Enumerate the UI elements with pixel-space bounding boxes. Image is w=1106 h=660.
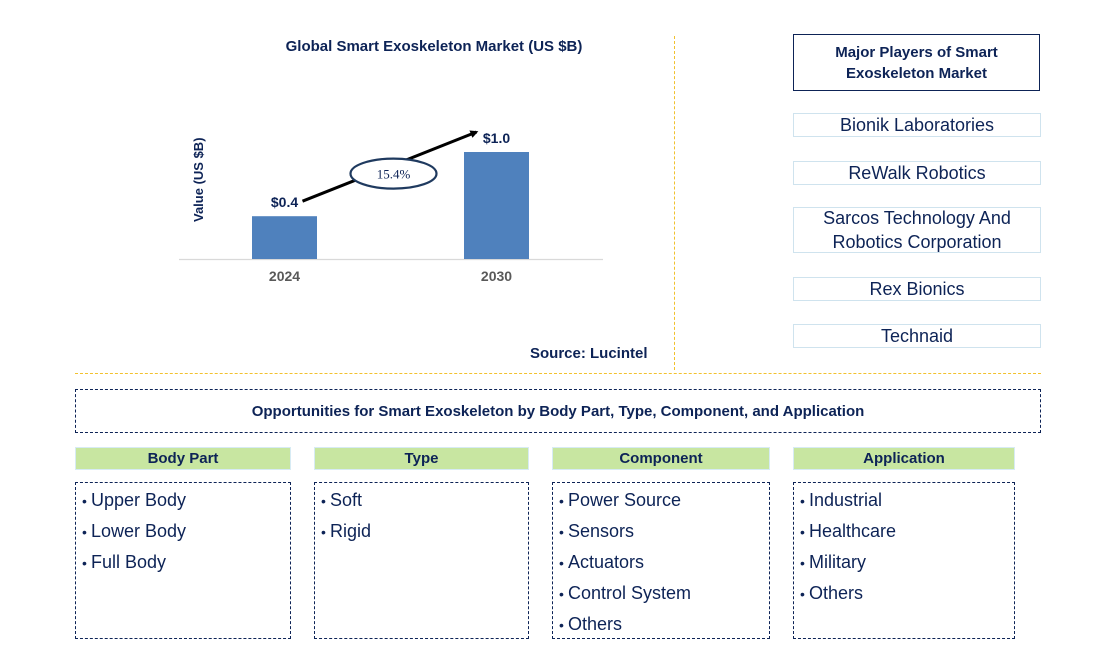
bullet-icon: •	[82, 493, 87, 509]
category-header-component: Component	[552, 447, 770, 470]
bullet-icon: •	[800, 524, 805, 540]
data-label: $1.0	[483, 130, 510, 146]
bar-chart: Value (US $B) $0.4 2024 $1.0 2030 15.4%	[179, 130, 603, 284]
category-item-label: Full Body	[91, 552, 167, 572]
bullet-icon: •	[800, 493, 805, 509]
category-item: • Others	[555, 609, 769, 640]
category-item: • Lower Body	[78, 516, 290, 547]
category-list-body-part: • Upper Body • Lower Body • Full Body	[75, 482, 291, 639]
bullet-icon: •	[800, 555, 805, 571]
bullet-icon: •	[559, 493, 564, 509]
bar-2024	[252, 216, 317, 259]
category-item-label: Military	[809, 552, 866, 572]
category-item-label: Upper Body	[91, 490, 187, 510]
vertical-divider	[674, 36, 675, 370]
category-item-label: Actuators	[568, 552, 645, 572]
category-item-label: Others	[809, 583, 864, 603]
category-list-type: • Soft • Rigid	[314, 482, 529, 639]
bullet-icon: •	[800, 586, 805, 602]
category-item-label: Lower Body	[91, 521, 187, 541]
bullet-icon: •	[321, 524, 326, 540]
bullet-icon: •	[559, 586, 564, 602]
category-item-label: Healthcare	[809, 521, 897, 541]
category-item-label: Control System	[568, 583, 692, 603]
horizontal-divider	[75, 373, 1041, 374]
category-list-application: • Industrial • Healthcare • Military • Others	[793, 482, 1015, 639]
category-item-label: Power Source	[568, 490, 682, 510]
cagr-label: 15.4%	[377, 167, 411, 182]
category-item-label: Sensors	[568, 521, 635, 541]
category-header-type: Type	[314, 447, 529, 470]
category-item: • Others	[796, 578, 1014, 609]
category-list-component: • Power Source • Sensors • Actuators • Control …	[552, 482, 770, 639]
players-title: Major Players of Smart Exoskeleton Marke…	[793, 34, 1040, 91]
category-item: • Soft	[317, 485, 528, 516]
source-label: Source: Lucintel	[530, 345, 648, 362]
data-label: $0.4	[271, 194, 298, 210]
bullet-icon: •	[559, 617, 564, 633]
player-item: ReWalk Robotics	[793, 161, 1041, 185]
growth-arrow: 15.4%	[301, 130, 479, 203]
category-item-label: Industrial	[809, 490, 883, 510]
player-item: Technaid	[793, 324, 1041, 348]
category-item-label: Soft	[330, 490, 363, 510]
x-tick-label: 2030	[481, 268, 512, 284]
category-item: • Control System	[555, 578, 769, 609]
opportunities-title: Opportunities for Smart Exoskeleton by B…	[75, 389, 1041, 433]
bar-2030	[464, 152, 529, 259]
category-item: • Full Body	[78, 547, 290, 578]
category-item: • Sensors	[555, 516, 769, 547]
player-item: Bionik Laboratories	[793, 113, 1041, 137]
category-item: • Power Source	[555, 485, 769, 516]
player-item: Sarcos Technology And Robotics Corporati…	[793, 207, 1041, 253]
category-item: • Upper Body	[78, 485, 290, 516]
y-axis-label: Value (US $B)	[191, 137, 206, 222]
category-item: • Rigid	[317, 516, 528, 547]
category-item: • Healthcare	[796, 516, 1014, 547]
category-item: • Actuators	[555, 547, 769, 578]
category-item-label: Rigid	[330, 521, 372, 541]
bullet-icon: •	[321, 493, 326, 509]
category-header-body-part: Body Part	[75, 447, 291, 470]
player-item: Rex Bionics	[793, 277, 1041, 301]
category-item: • Industrial	[796, 485, 1014, 516]
bullet-icon: •	[559, 524, 564, 540]
category-item: • Military	[796, 547, 1014, 578]
bullet-icon: •	[82, 555, 87, 571]
bullet-icon: •	[82, 524, 87, 540]
x-tick-label: 2024	[269, 268, 300, 284]
category-header-application: Application	[793, 447, 1015, 470]
bullet-icon: •	[559, 555, 564, 571]
category-item-label: Others	[568, 614, 623, 634]
